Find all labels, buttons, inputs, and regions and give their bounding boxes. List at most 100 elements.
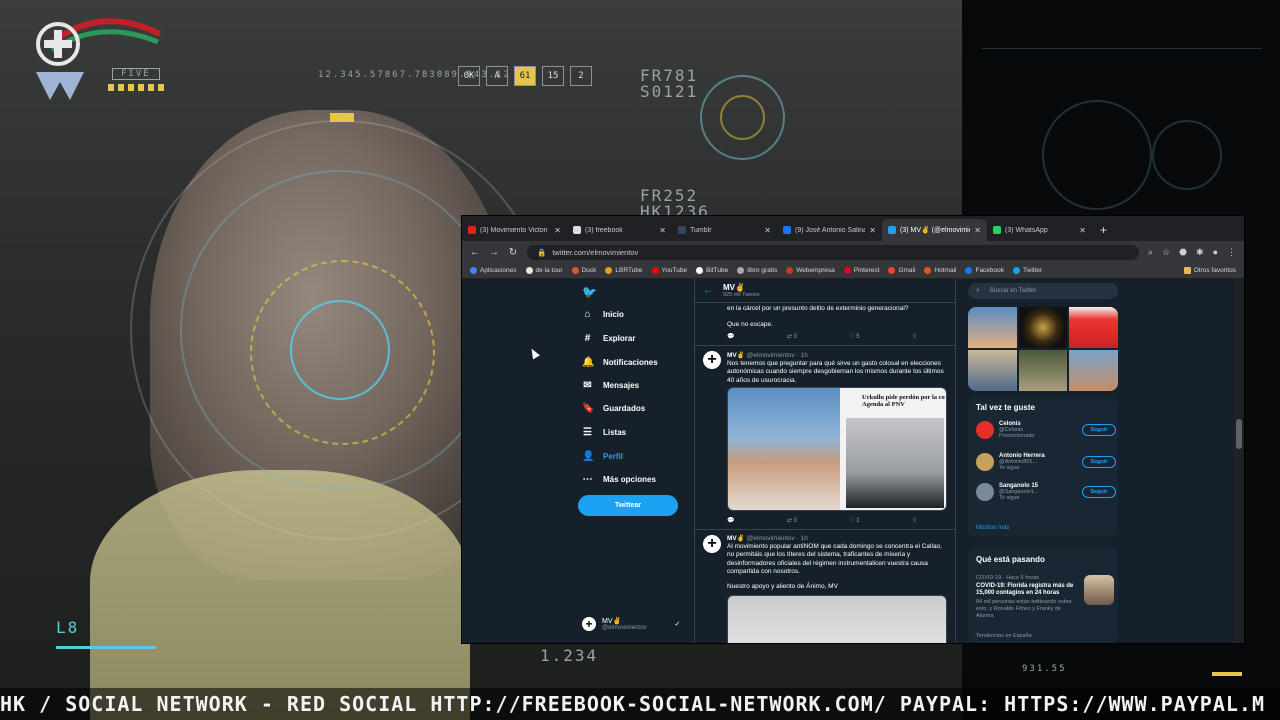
bookmark-item[interactable]: Aplicaciones [470, 267, 517, 274]
close-icon[interactable]: ✕ [764, 226, 771, 235]
close-icon[interactable]: ✕ [974, 226, 981, 235]
follow-button[interactable]: Seguir [1082, 424, 1116, 436]
tweet-media[interactable]: Urkullu pide perdón por la co Agenda al … [727, 387, 947, 511]
browser-tab[interactable]: (9) José Antonio Salina ✕ [777, 219, 882, 241]
bookmark-item[interactable]: Webempresa [786, 267, 835, 274]
hud-code-left-bottom: L8 [56, 618, 80, 637]
media-thumb[interactable] [1018, 307, 1068, 348]
mail-icon: ✉ [583, 380, 592, 391]
who-to-follow-title: Tal vez te guste [976, 403, 1035, 412]
avatar [976, 421, 994, 439]
browser-tab[interactable]: (3) freebook ✕ [567, 219, 672, 241]
tab-label: (3) freebook [585, 226, 623, 234]
bookmark-item[interactable]: LBRTube [605, 267, 643, 274]
nav-item-listas[interactable]: ☰ Listas [582, 427, 626, 438]
search-input[interactable]: ⌕ Buscar en Twitter [968, 283, 1118, 299]
tweet-button[interactable]: Twittear [578, 495, 678, 516]
reply-icon[interactable]: 💬 [727, 517, 734, 524]
back-icon[interactable]: ← [470, 247, 480, 258]
puzzle-icon[interactable]: ✱ [1196, 247, 1204, 258]
news-ticker: HK / SOCIAL NETWORK - RED SOCIAL HTTP://… [0, 688, 1280, 720]
media-photo-boat [728, 388, 840, 510]
profile-name: MV✌ [723, 283, 745, 292]
follow-suggestion[interactable]: Antonio Herrera @Antonio805... Te sigue Seg… [976, 453, 1116, 471]
extension-icon[interactable]: ⬣ [1179, 247, 1187, 258]
nav-item-guardados[interactable]: 🔖 Guardados [582, 403, 645, 414]
show-more-link[interactable]: Mostrar más [976, 525, 1009, 531]
other-favorites[interactable]: Otros favoritos [1183, 267, 1236, 274]
account-switcher[interactable]: + MV✌ @elmovimientov ✓ [582, 617, 680, 631]
tab-favicon-icon [573, 226, 581, 234]
browser-tab[interactable]: (3) Movimiento Victori ✕ [462, 219, 567, 241]
nav-item-m-s-opciones[interactable]: ⋯ Más opciones [582, 474, 656, 485]
follow-button[interactable]: Seguir [1082, 456, 1116, 468]
share-icon[interactable]: ⇪ [912, 333, 917, 340]
close-icon[interactable]: ✕ [869, 226, 876, 235]
trend-thumbnail[interactable] [1084, 575, 1114, 605]
tweet-author[interactable]: MV✌ @elmovimientov · 1h [727, 534, 808, 542]
follow-suggestion[interactable]: Celonis @Celonis Promocionado Seguir [976, 421, 1116, 439]
nav-item-explorar[interactable]: # Explorar [582, 333, 636, 344]
bookmark-item[interactable]: libro gratis [737, 267, 777, 274]
bookmark-item[interactable]: Facebook [965, 267, 1004, 274]
hud-box: 2 [570, 66, 592, 86]
media-thumb[interactable] [1069, 307, 1118, 348]
page-scrollbar[interactable] [1234, 279, 1244, 643]
lock-icon: 🔒 [537, 247, 547, 257]
profile-icon: 👤 [582, 451, 595, 462]
trend-headline[interactable]: COVID-19: Florida registra más de 15,000… [976, 583, 1076, 597]
tab-label: (3) MV✌ (@elmovimie [900, 227, 971, 234]
scrollbar-thumb[interactable] [1236, 419, 1242, 449]
twitter-bird-icon[interactable]: 🐦 [582, 285, 597, 299]
suggestion-extra: Te sigue [999, 495, 1020, 501]
bookmark-item[interactable]: YouTube [651, 267, 687, 274]
tweet-avatar[interactable]: + [703, 351, 721, 369]
bookmark-item[interactable]: Hotmail [924, 267, 956, 274]
retweet-icon[interactable]: ⇄ 3 [787, 517, 797, 524]
browser-tab[interactable]: Tumblr ✕ [672, 219, 777, 241]
follow-button[interactable]: Seguir [1082, 486, 1116, 498]
media-thumb[interactable] [1018, 350, 1068, 391]
media-thumb[interactable] [968, 307, 1017, 348]
bookmark-item[interactable]: Gmail [888, 267, 915, 274]
menu-dots-icon[interactable]: ⋮ [1227, 247, 1236, 258]
url-field[interactable]: 🔒 twitter.com/elmovimientov [527, 244, 1140, 260]
nav-item-inicio[interactable]: ⌂ Inicio [582, 309, 623, 320]
close-icon[interactable]: ✕ [554, 226, 561, 235]
tab-favicon-icon [993, 226, 1001, 234]
new-tab-icon[interactable]: + [1092, 219, 1115, 241]
nav-label: Guardados [603, 404, 646, 413]
close-icon[interactable]: ✕ [1079, 226, 1086, 235]
share-icon[interactable]: ⇪ [912, 517, 917, 524]
reply-icon[interactable]: 💬 [727, 333, 734, 340]
follow-suggestion[interactable]: Sanganolo 15 @Sanganolo1... Te sigue Seguir [976, 483, 1116, 501]
reload-icon[interactable]: ↻ [508, 247, 518, 258]
media-thumb[interactable] [968, 350, 1017, 391]
back-arrow-icon[interactable]: ← [703, 285, 713, 296]
tweet-actions: 💬 ⇄ 3 ♡ 2 ⇪ [727, 517, 917, 524]
media-thumb[interactable] [1069, 350, 1118, 391]
profile-avatar-icon[interactable]: ● [1213, 247, 1218, 257]
browser-tab[interactable]: (3) MV✌ (@elmovimie ✕ [882, 219, 987, 241]
bookmark-item[interactable]: BitTube [696, 267, 728, 274]
tweet-author[interactable]: MV✌ @elmovimientov · 1h [727, 351, 808, 359]
like-icon[interactable]: ♡ 5 [849, 333, 859, 340]
tweet-media[interactable] [727, 595, 947, 643]
star-icon[interactable]: ☆ [1162, 247, 1170, 258]
forward-icon[interactable]: → [489, 247, 499, 258]
close-icon[interactable]: ✕ [659, 226, 666, 235]
media-grid[interactable] [968, 307, 1118, 391]
search-page-icon[interactable]: ⌕ [1148, 247, 1153, 258]
bookmark-item[interactable]: de la tour [525, 267, 563, 274]
bookmark-item[interactable]: Duck [571, 267, 596, 274]
nav-item-notificaciones[interactable]: 🔔 Notificaciones [582, 357, 658, 368]
trend-footer[interactable]: Tendencias en España [976, 633, 1032, 639]
like-icon[interactable]: ♡ 2 [849, 517, 859, 524]
bookmark-item[interactable]: Pinterest [843, 267, 879, 274]
bookmark-item[interactable]: Twitter [1013, 267, 1042, 274]
tweet-avatar[interactable]: + [703, 535, 721, 553]
retweet-icon[interactable]: ⇄ 3 [787, 333, 797, 340]
nav-item-perfil[interactable]: 👤 Perfil [582, 451, 623, 462]
nav-item-mensajes[interactable]: ✉ Mensajes [582, 380, 639, 391]
browser-tab[interactable]: (3) WhatsApp ✕ [987, 219, 1092, 241]
